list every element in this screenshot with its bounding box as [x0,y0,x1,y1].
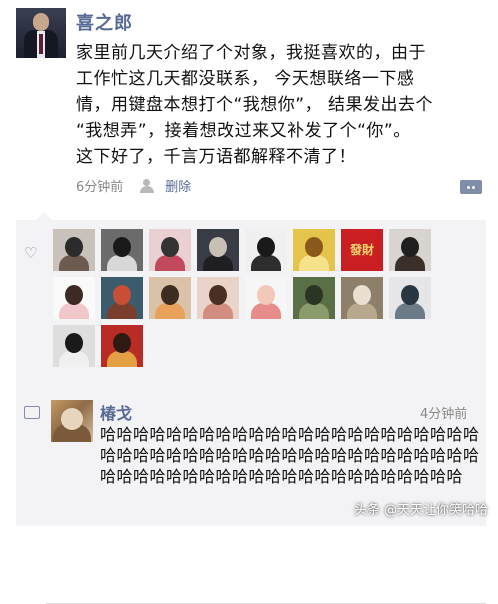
liker-12-avatar[interactable] [197,277,239,319]
post-text: 家里前几天介绍了个对象，我挺喜欢的，由于 工作忙这几天都没联系， 今天想联络一下… [76,40,486,170]
liker-2-avatar[interactable] [101,229,143,271]
comment-avatar[interactable] [51,400,93,442]
comment-icon [24,406,40,419]
comment-text: 哈哈哈哈哈哈哈哈哈哈哈哈哈哈哈哈哈哈哈哈哈哈哈哈哈哈哈哈哈哈哈哈哈哈哈哈哈哈哈哈… [100,425,480,486]
liker-11-avatar[interactable] [149,277,191,319]
liker-17-avatar[interactable] [53,325,95,367]
liker-9-avatar[interactable] [53,277,95,319]
avatar-glyph: 發財 [349,243,374,257]
liker-7-avatar[interactable]: 發財 [341,229,383,271]
post-meta-row: 6分钟前 删除 [76,176,191,195]
post-text-line: 家里前几天介绍了个对象，我挺喜欢的，由于 [76,43,426,63]
post-author-name[interactable]: 喜之郎 [76,9,133,35]
post-time: 6分钟前 [76,180,124,195]
liker-10-avatar[interactable] [101,277,143,319]
post-text-line: 工作忙这几天都没联系， 今天想联络一下感 [76,69,415,89]
liker-8-avatar[interactable] [389,229,431,271]
liker-4-avatar[interactable] [197,229,239,271]
post-text-line: 情，用键盘本想打个“我想你”， 结果发出去个 [76,95,434,115]
comment-more-icon[interactable] [460,180,482,194]
liker-18-avatar[interactable] [101,325,143,367]
watermark-text: 头条 @天天让你笑哈哈 [353,503,488,518]
watermark: 头条 @天天让你笑哈哈 [354,499,488,518]
liker-1-avatar[interactable] [53,229,95,271]
liker-6-avatar[interactable] [293,229,335,271]
liker-15-avatar[interactable] [341,277,383,319]
liker-3-avatar[interactable] [149,229,191,271]
heart-icon: ♡ [24,244,38,262]
delete-link[interactable]: 删除 [165,176,191,195]
post-avatar[interactable] [16,8,66,58]
post-text-line: 这下好了，千言万语都解释不清了！ [76,147,356,167]
liker-13-avatar[interactable] [245,277,287,319]
liker-16-avatar[interactable] [389,277,431,319]
liker-5-avatar[interactable] [245,229,287,271]
friends-icon[interactable] [139,178,157,193]
post-text-line: “我想弄”，接着想改过来又补发了个“你”。 [76,121,411,141]
feedback-box: ♡ 發財 椿戈 4分钟前 哈哈哈哈哈哈哈哈哈哈哈哈哈哈哈哈哈哈哈哈哈哈哈哈哈哈哈… [16,212,486,604]
liker-14-avatar[interactable] [293,277,335,319]
comment-author-name[interactable]: 椿戈 [100,400,132,424]
comment-time: 4分钟前 [420,407,468,422]
